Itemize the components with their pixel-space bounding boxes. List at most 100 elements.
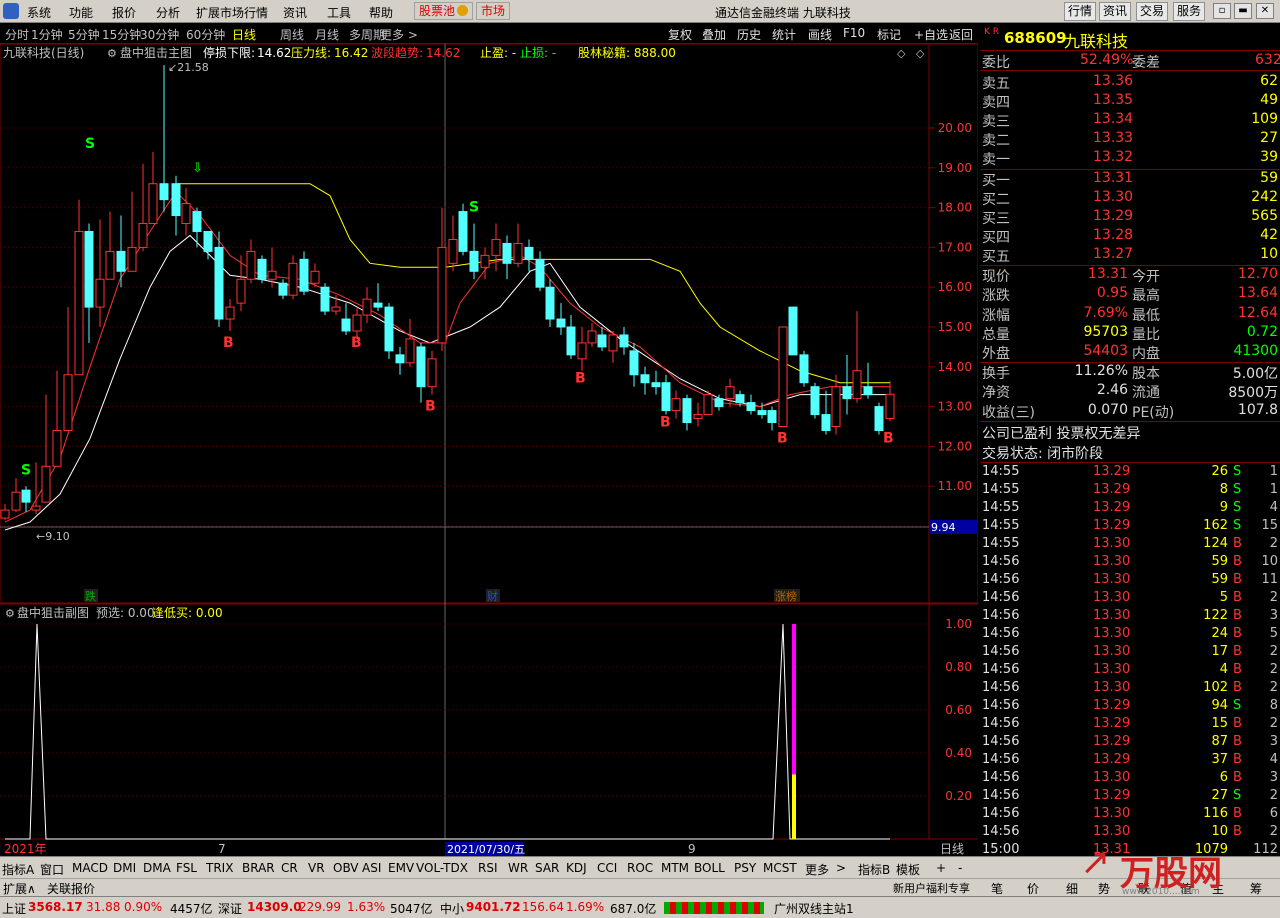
candle[interactable] [651, 370, 661, 395]
candle[interactable] [821, 390, 831, 435]
candle[interactable] [74, 199, 84, 376]
tick-row[interactable]: 14:55 13.29 9 S 4 [980, 499, 1280, 517]
candle[interactable] [41, 394, 51, 503]
candle[interactable] [225, 299, 235, 331]
tick-row[interactable]: 14:56 13.29 94 S 8 [980, 697, 1280, 715]
candle[interactable] [171, 175, 181, 236]
candle[interactable] [448, 215, 458, 272]
period-tab-7[interactable]: 周线 [280, 26, 304, 43]
candle[interactable] [746, 394, 756, 415]
period-tab-0[interactable]: 分时 [5, 26, 29, 43]
restore-window-icon[interactable]: ▫ [1213, 3, 1231, 19]
quote-tab-button[interactable]: 行情 [1064, 2, 1096, 21]
news-tab-button[interactable]: 资讯 [1099, 2, 1131, 21]
indicator-tab-29[interactable]: - [958, 861, 962, 875]
related-quote-tab[interactable]: 关联报价 [47, 880, 95, 897]
indicator-tab-12[interactable]: EMV [388, 861, 414, 875]
candle[interactable] [682, 394, 692, 431]
toolbar-right-button-3[interactable]: 统计 [772, 26, 796, 43]
candle[interactable] [52, 370, 62, 467]
indicator-tab-28[interactable]: + [936, 861, 946, 875]
candle[interactable] [84, 223, 94, 343]
indicator-tab-4[interactable]: DMA [143, 861, 171, 875]
menu-item-function[interactable]: 功能 [69, 4, 93, 21]
candle[interactable] [671, 390, 681, 419]
period-tab-6[interactable]: 日线 [232, 26, 256, 43]
toolbar-right-button-7[interactable]: +自选 [914, 26, 948, 43]
right-panel-tab-2[interactable]: 细 [1066, 880, 1078, 897]
candle[interactable] [619, 327, 629, 355]
tick-row[interactable]: 14:55 13.29 26 S 1 [980, 463, 1280, 481]
zx-index-value[interactable]: 9401.72 [466, 900, 521, 914]
market-button[interactable]: 市场 [476, 2, 511, 20]
right-panel-tab-1[interactable]: 价 [1027, 880, 1039, 897]
asks-price[interactable]: 13.36 [1093, 73, 1133, 89]
candle[interactable] [127, 191, 137, 272]
period-tab-8[interactable]: 月线 [315, 26, 339, 43]
tick-row[interactable]: 14:56 13.29 15 B 2 [980, 715, 1280, 733]
indicator-tab-26[interactable]: 指标B [858, 861, 890, 878]
period-tab-2[interactable]: 5分钟 [68, 26, 100, 43]
bids-price[interactable]: 13.30 [1093, 189, 1133, 205]
candle[interactable] [831, 374, 841, 435]
candle[interactable] [640, 366, 650, 395]
candle[interactable] [299, 251, 309, 296]
candle[interactable] [214, 231, 224, 327]
indicator-tab-16[interactable]: SAR [535, 861, 559, 875]
candle[interactable] [874, 402, 884, 435]
candle[interactable] [842, 354, 852, 415]
tick-row[interactable]: 14:56 13.30 116 B 6 [980, 805, 1280, 823]
menu-item-quote[interactable]: 报价 [112, 4, 136, 21]
candle[interactable] [577, 327, 587, 371]
period-tab-3[interactable]: 15分钟 [102, 26, 141, 43]
toolbar-right-button-4[interactable]: 画线 [808, 26, 832, 43]
candle[interactable] [236, 255, 246, 312]
indicator-tab-6[interactable]: TRIX [206, 861, 233, 875]
candle[interactable] [597, 327, 607, 351]
candle[interactable] [148, 151, 158, 225]
candle[interactable] [310, 263, 320, 288]
candle[interactable] [703, 390, 713, 416]
toolbar-right-button-1[interactable]: 叠加 [702, 26, 726, 43]
candle[interactable] [362, 287, 372, 324]
event-badge[interactable]: 涨榜 [775, 589, 797, 603]
candle[interactable] [95, 219, 105, 327]
indicator-tab-10[interactable]: OBV [333, 861, 359, 875]
indicator-tab-2[interactable]: MACD [72, 861, 108, 875]
indicator-tab-14[interactable]: RSI [478, 861, 498, 875]
tick-row[interactable]: 14:56 13.30 24 B 5 [980, 625, 1280, 643]
candle[interactable] [788, 306, 798, 356]
tick-row[interactable]: 14:56 13.30 59 B 11 [980, 571, 1280, 589]
indicator-tab-3[interactable]: DMI [113, 861, 136, 875]
menu-item-extended-market[interactable]: 扩展市场行情 [196, 4, 268, 21]
candle[interactable] [416, 342, 426, 403]
candle[interactable] [395, 346, 405, 375]
candle[interactable] [767, 406, 777, 431]
candle[interactable] [545, 279, 555, 327]
period-tab-10[interactable]: 更多 > [380, 26, 418, 43]
candle[interactable] [63, 307, 73, 431]
menu-item-news[interactable]: 资讯 [283, 4, 307, 21]
bids-price[interactable]: 13.31 [1093, 170, 1133, 186]
tick-row[interactable]: 14:55 13.29 162 S 15 [980, 517, 1280, 535]
indicator-tab-1[interactable]: 窗口 [40, 861, 64, 878]
event-badge[interactable]: 跌 [85, 589, 96, 603]
candle[interactable] [469, 223, 479, 280]
candle[interactable] [105, 211, 115, 280]
candle[interactable] [852, 311, 862, 403]
candle[interactable] [799, 350, 809, 387]
candle[interactable] [288, 255, 298, 300]
expand-diamond-icon[interactable]: ◇ [897, 47, 906, 60]
candle[interactable] [427, 350, 437, 395]
minimize-window-icon[interactable]: ▬ [1234, 3, 1252, 19]
candle[interactable] [0, 504, 10, 521]
right-panel-tab-0[interactable]: 笔 [991, 880, 1003, 897]
candle[interactable] [21, 486, 31, 513]
candle[interactable] [384, 303, 394, 359]
candle[interactable] [11, 478, 21, 513]
toolbar-right-button-0[interactable]: 复权 [668, 26, 692, 43]
sub-indicator-icon[interactable]: ⚙ [5, 607, 15, 620]
menu-item-help[interactable]: 帮助 [369, 4, 393, 21]
period-tab-1[interactable]: 1分钟 [31, 26, 63, 43]
candle[interactable] [810, 382, 820, 419]
